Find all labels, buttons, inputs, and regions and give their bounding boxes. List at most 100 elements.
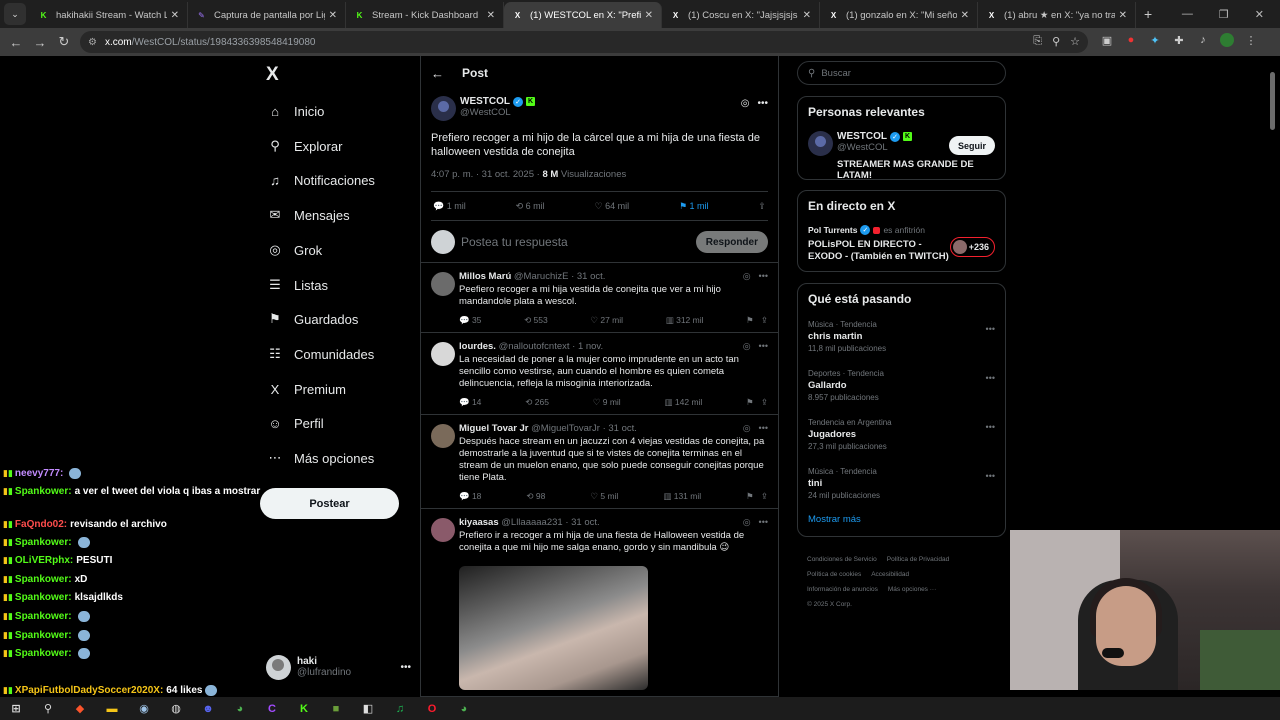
- bookmark-icon[interactable]: ⚑: [746, 491, 754, 501]
- grok-icon[interactable]: ◎: [743, 517, 751, 528]
- show-more-link[interactable]: Mostrar más: [808, 514, 995, 525]
- nav-item-listas[interactable]: ☰ Listas: [266, 270, 328, 300]
- share-icon[interactable]: ⇪: [758, 201, 766, 212]
- bookmark-button[interactable]: ⚑ 1 mil: [679, 201, 709, 212]
- chat-username[interactable]: FaQndo02:: [15, 519, 67, 530]
- repost-button[interactable]: ⟲ 6 mil: [516, 201, 545, 212]
- chat-username[interactable]: Spankower:: [15, 574, 72, 585]
- more-options-icon[interactable]: •••: [986, 324, 995, 334]
- avatar[interactable]: [431, 424, 455, 448]
- reply-author[interactable]: kiyaasas: [459, 517, 499, 528]
- grok-icon[interactable]: ◎: [741, 98, 750, 109]
- chrome-icon[interactable]: ◕: [231, 701, 249, 717]
- grok-icon[interactable]: ◎: [743, 423, 751, 434]
- reply-author[interactable]: Miguel Tovar Jr: [459, 423, 529, 434]
- reply-post[interactable]: Millos Marú @MaruchizE · 31 oct. ◎ ••• Pe…: [421, 263, 778, 333]
- views-button[interactable]: ▥ 312 mil: [666, 315, 704, 326]
- record-extension-icon[interactable]: ●: [1124, 33, 1138, 47]
- address-bar[interactable]: ⚙ x.com/WestCOL/status/19843363985484190…: [80, 31, 1088, 53]
- menu-icon[interactable]: ⋮: [1244, 33, 1258, 47]
- chat-username[interactable]: Spankower:: [15, 486, 72, 497]
- back-arrow-icon[interactable]: ←: [431, 66, 444, 81]
- share-icon[interactable]: ⇪: [761, 491, 768, 501]
- more-options-icon[interactable]: •••: [757, 98, 768, 109]
- profile-avatar-icon[interactable]: [1220, 33, 1234, 47]
- site-info-icon[interactable]: ⚙: [88, 37, 97, 48]
- reply-author[interactable]: lourdes.: [459, 341, 496, 352]
- more-options-icon[interactable]: •••: [986, 471, 995, 481]
- tab-close-icon[interactable]: ✕: [171, 10, 179, 21]
- app-icon[interactable]: ◧: [359, 701, 377, 717]
- obs-icon[interactable]: ◍: [167, 701, 185, 717]
- nav-item-explorar[interactable]: ⚲ Explorar: [266, 131, 342, 161]
- trend-item[interactable]: Deportes · Tendencia Gallardo 8.957 publ…: [808, 365, 995, 414]
- bookmark-icon[interactable]: ⚑: [746, 397, 754, 407]
- install-icon[interactable]: ⎘: [1033, 35, 1042, 48]
- repost-button[interactable]: ⟲ 98: [526, 491, 545, 502]
- reply-post[interactable]: lourdes. @nalloutofcntext · 1 nov. ◎ ••• …: [421, 333, 778, 415]
- share-icon[interactable]: ⇪: [761, 397, 768, 407]
- live-space[interactable]: Pol Turrents ✓ es anfitrión POLisPOL EN DI…: [808, 225, 995, 263]
- reply-button[interactable]: 💬 35: [459, 315, 481, 326]
- grok-icon[interactable]: ◎: [743, 271, 751, 282]
- search-icon[interactable]: ⚲: [39, 701, 57, 717]
- footer-link[interactable]: Más opciones ···: [888, 586, 936, 593]
- chat-username[interactable]: Spankower:: [15, 611, 72, 622]
- media-icon[interactable]: ♪: [1196, 33, 1210, 47]
- reply-image[interactable]: [459, 566, 648, 690]
- tab-close-icon[interactable]: ✕: [1119, 10, 1127, 21]
- reply-button[interactable]: 💬 1 mil: [433, 201, 466, 212]
- forward-icon[interactable]: →: [28, 35, 52, 50]
- repost-button[interactable]: ⟲ 553: [524, 315, 548, 326]
- translate-extension-icon[interactable]: ✦: [1148, 33, 1162, 47]
- file-explorer-icon[interactable]: ▬: [103, 701, 121, 717]
- chat-username[interactable]: Spankower:: [15, 592, 72, 603]
- trend-item[interactable]: Tendencia en Argentina Jugadores 27,3 mi…: [808, 414, 995, 463]
- spotify-icon[interactable]: ♫: [391, 701, 409, 717]
- footer-link[interactable]: Política de Privacidad: [887, 556, 950, 563]
- browser-tab[interactable]: ✎ Captura de pantalla por Lightsh ✕: [188, 2, 346, 28]
- nav-item-mas-opciones[interactable]: ⋯ Más opciones: [266, 443, 375, 473]
- new-tab-button[interactable]: +: [1144, 6, 1152, 22]
- steam-icon[interactable]: ◉: [135, 701, 153, 717]
- avatar[interactable]: [431, 342, 455, 366]
- chrome-active-icon[interactable]: ◕: [455, 701, 473, 717]
- more-options-icon[interactable]: •••: [759, 341, 768, 352]
- close-window-icon[interactable]: ✕: [1255, 8, 1264, 21]
- author-name[interactable]: WESTCOL: [460, 96, 510, 107]
- footer-link[interactable]: Accesibilidad: [871, 571, 909, 578]
- trend-item[interactable]: Música · Tendencia chris martin 11,8 mil…: [808, 316, 995, 365]
- footer-link[interactable]: © 2025 X Corp.: [807, 601, 852, 608]
- zoom-icon[interactable]: ⚲: [1052, 35, 1060, 48]
- grok-icon[interactable]: ◎: [743, 341, 751, 352]
- minimize-icon[interactable]: —: [1182, 8, 1193, 20]
- extension-icon[interactable]: ▣: [1100, 33, 1114, 47]
- browser-tab[interactable]: X (1) gonzalo en X: "Mi señora se ✕: [820, 2, 978, 28]
- discord-icon[interactable]: ☻: [199, 701, 217, 717]
- nav-item-premium[interactable]: X Premium: [266, 374, 346, 404]
- puzzle-icon[interactable]: ✚: [1172, 33, 1186, 47]
- reply-submit-button[interactable]: Responder: [695, 231, 768, 253]
- footer-link[interactable]: Información de anuncios: [807, 586, 878, 593]
- reply-post[interactable]: kiyaasas @Lllaaaaa231 · 31 oct. ◎ ••• Pre…: [421, 509, 778, 697]
- search-input[interactable]: ⚲ Buscar: [797, 61, 1006, 85]
- more-options-icon[interactable]: •••: [986, 373, 995, 383]
- post-button[interactable]: Postear: [260, 488, 399, 519]
- canva-icon[interactable]: C: [263, 701, 281, 717]
- reload-icon[interactable]: ↻: [52, 34, 76, 50]
- footer-link[interactable]: Política de cookies: [807, 571, 861, 578]
- footer-link[interactable]: Condiciones de Servicio: [807, 556, 877, 563]
- avatar[interactable]: [431, 272, 455, 296]
- repost-button[interactable]: ⟲ 265: [525, 397, 549, 408]
- tab-search-button[interactable]: ⌄: [4, 3, 26, 25]
- tab-close-icon[interactable]: ✕: [329, 10, 337, 21]
- follow-button[interactable]: Seguir: [948, 136, 995, 155]
- chat-username[interactable]: OLiVERphx:: [15, 555, 73, 566]
- browser-tab[interactable]: X (1) Coscu en X: "Jajsjsjsjs lo pec ✕: [662, 2, 820, 28]
- post-time[interactable]: 4:07 p. m. · 31 oct. 2025 ·: [431, 169, 540, 180]
- reply-post[interactable]: Miguel Tovar Jr @MiguelTovarJr · 31 oct.…: [421, 415, 778, 509]
- windows-start-icon[interactable]: ⊞: [7, 701, 25, 717]
- views-button[interactable]: ▥ 142 mil: [665, 397, 703, 408]
- more-options-icon[interactable]: •••: [759, 423, 768, 434]
- opera-icon[interactable]: O: [423, 701, 441, 717]
